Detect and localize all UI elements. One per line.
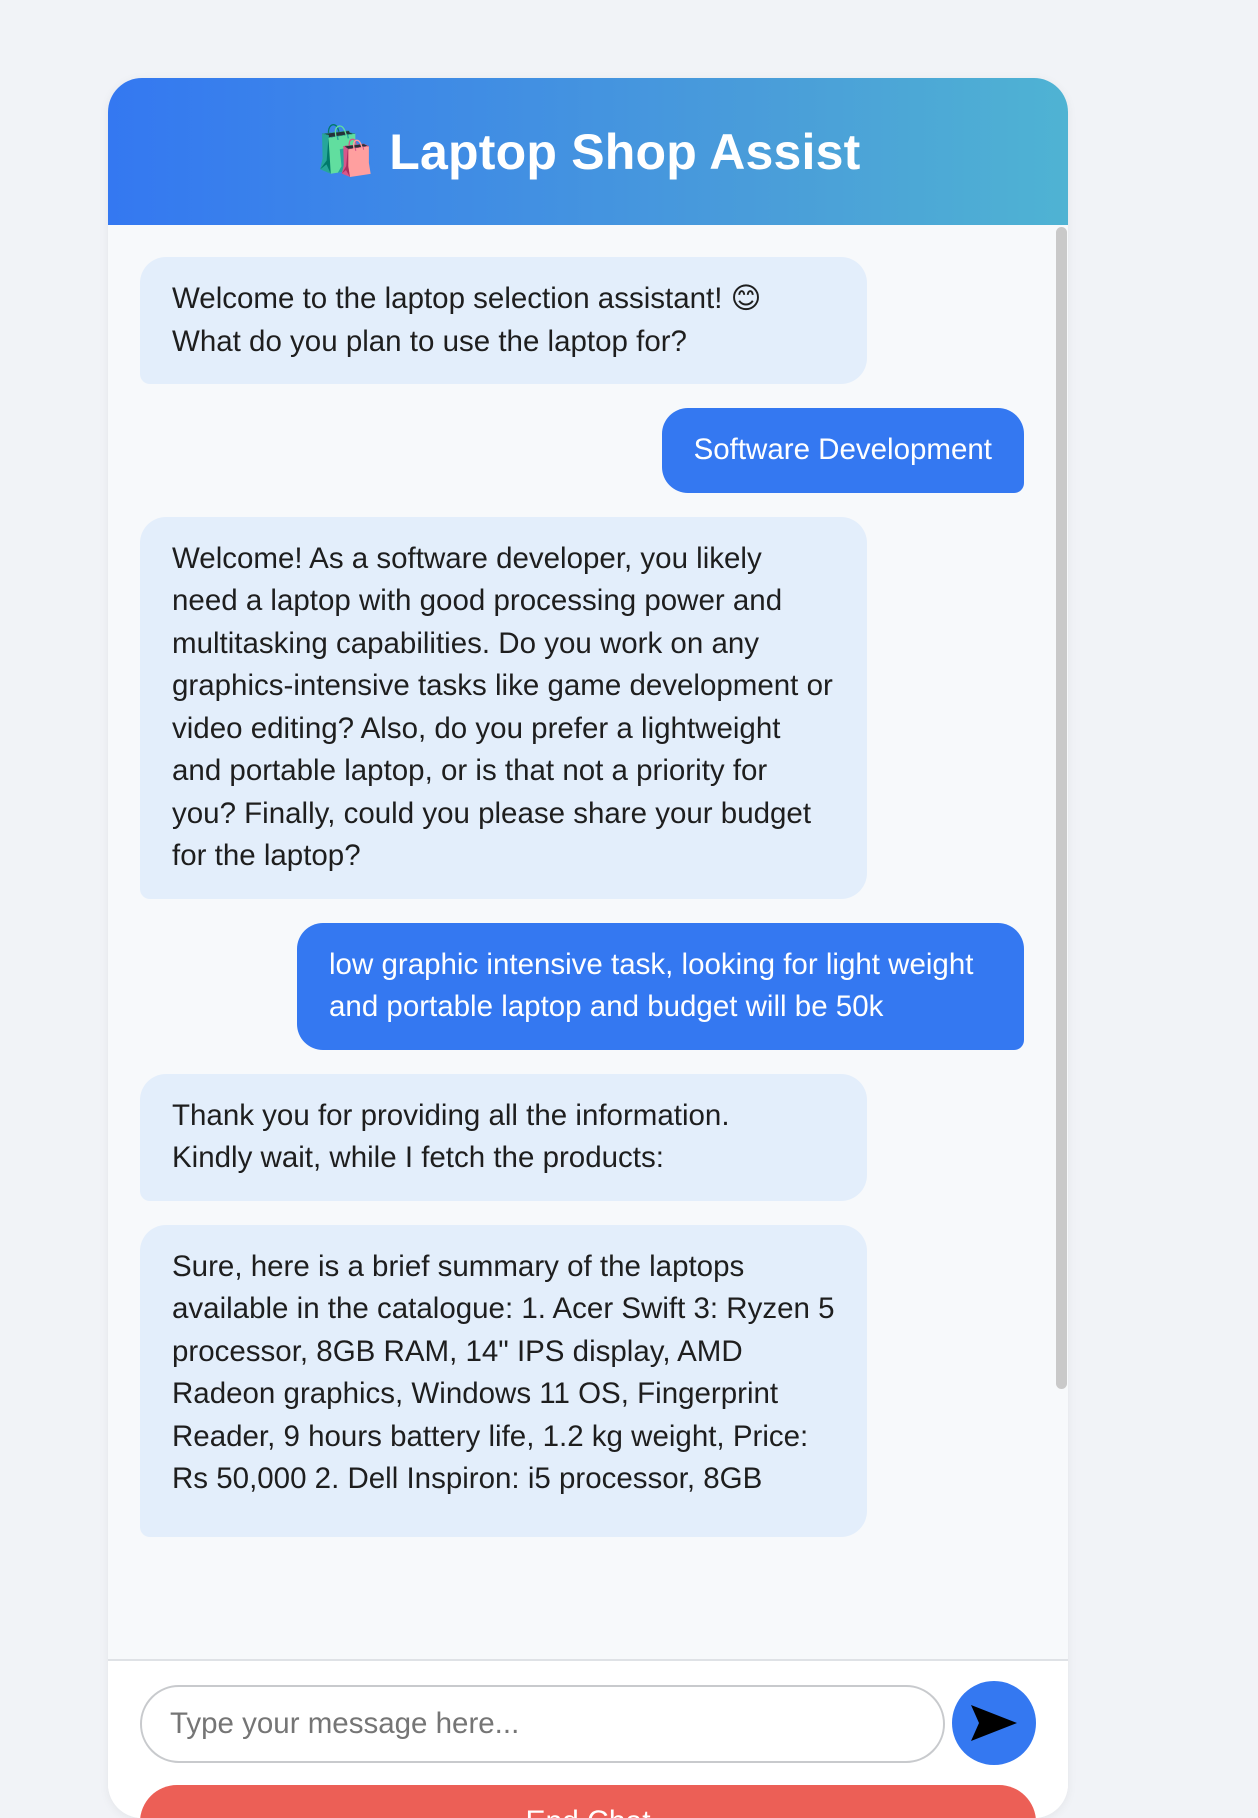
bot-message: Sure, here is a brief summary of the lap… [140,1224,867,1537]
message-line: Kindly wait, while I fetch the products: [172,1141,664,1174]
chat-footer: End Chat [108,1659,1068,1818]
chat-window: 🛍️ Laptop Shop Assist Welcome to the lap… [108,78,1068,1818]
user-message-row: Software Development [140,408,1024,493]
send-button[interactable] [952,1681,1036,1765]
input-row [140,1681,1036,1769]
bot-message-row: Thank you for providing all the informat… [140,1073,1024,1201]
message-line: Thank you for providing all the informat… [172,1098,730,1132]
user-message: Software Development [661,408,1024,493]
scrollbar[interactable] [1054,225,1068,1659]
chat-header: 🛍️ Laptop Shop Assist [108,78,1068,225]
chat-messages[interactable]: Welcome to the laptop selection assistan… [108,225,1068,1659]
user-message-row: low graphic intensive task, looking for … [140,922,1024,1050]
send-arrow-icon [971,1705,1017,1741]
message-input[interactable] [140,1685,945,1763]
bot-message-row: Sure, here is a brief summary of the lap… [140,1224,1024,1537]
bot-message: Welcome! As a software developer, you li… [140,516,867,899]
bot-message: Thank you for providing all the informat… [140,1073,867,1201]
end-chat-button[interactable]: End Chat [140,1785,1036,1818]
user-message: low graphic intensive task, looking for … [297,922,1024,1050]
bot-message-row: Welcome! As a software developer, you li… [140,516,1024,899]
shopping-bags-icon: 🛍️ [315,124,376,178]
message-line: Welcome to the laptop selection assistan… [172,282,762,315]
message-line: What do you plan to use the laptop for? [172,324,687,358]
app-title: Laptop Shop Assist [389,123,861,180]
bot-message-row: Welcome to the laptop selection assistan… [140,257,1024,384]
scrollbar-thumb[interactable] [1056,227,1067,1389]
bot-message: Welcome to the laptop selection assistan… [140,257,867,384]
